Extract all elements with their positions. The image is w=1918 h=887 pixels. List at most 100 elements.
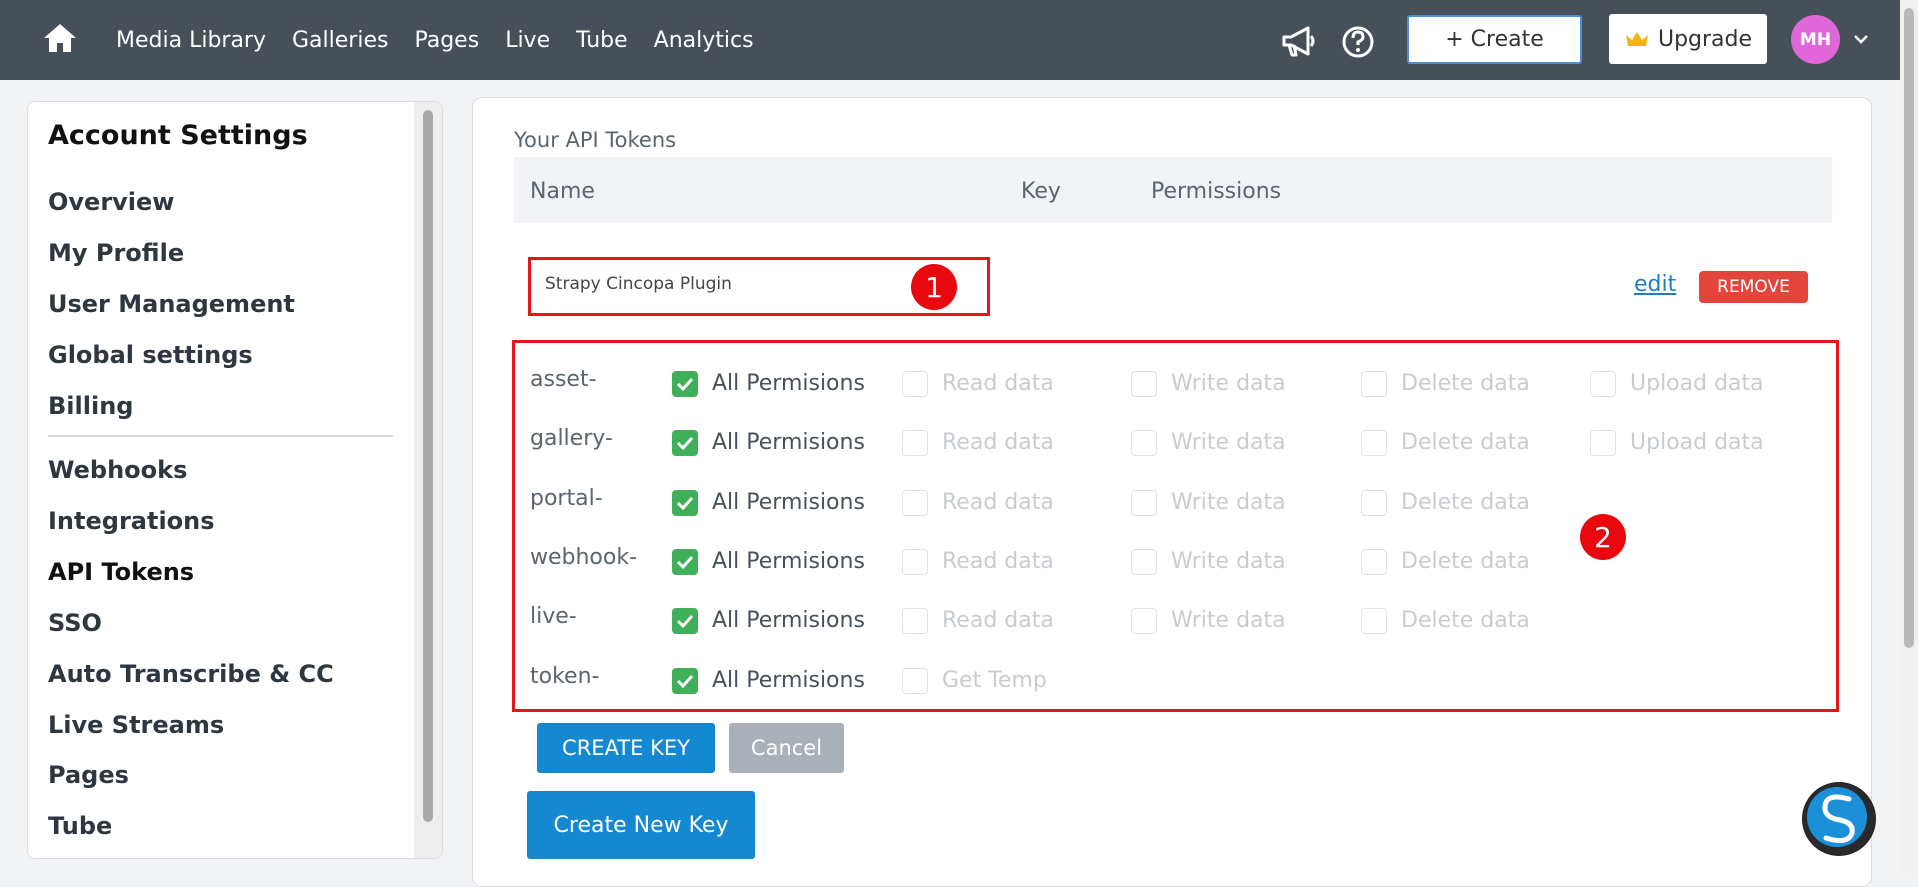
sidebar-item-live-streams[interactable]: Live Streams xyxy=(48,711,224,739)
create-key-button[interactable]: CREATE KEY xyxy=(537,723,715,773)
avatar[interactable]: MH xyxy=(1791,15,1840,64)
sidebar-item-overview[interactable]: Overview xyxy=(48,188,174,216)
permission-label: Delete data xyxy=(1401,371,1530,396)
sidebar-item-webhooks[interactable]: Webhooks xyxy=(48,456,187,484)
top-nav-bar: Media Library Galleries Pages Live Tube … xyxy=(0,0,1918,80)
all-permissions-label: All Permisions xyxy=(712,549,865,574)
all-permissions-checkbox[interactable] xyxy=(672,608,698,634)
sidebar-item-auto-transcribe[interactable]: Auto Transcribe & CC xyxy=(48,660,334,688)
sidebar-item-integrations[interactable]: Integrations xyxy=(48,507,215,535)
checkmark-icon xyxy=(676,377,694,392)
permission-label: Write data xyxy=(1171,371,1286,396)
cancel-button[interactable]: Cancel xyxy=(729,723,844,773)
sidebar-item-global-settings[interactable]: Global settings xyxy=(48,341,253,369)
permission-checkbox[interactable] xyxy=(902,549,928,575)
permission-label: Read data xyxy=(942,490,1054,515)
chat-widget-icon[interactable] xyxy=(1802,782,1876,856)
permission-checkbox[interactable] xyxy=(1590,430,1616,456)
permission-checkbox[interactable] xyxy=(1131,371,1157,397)
sidebar-item-my-profile[interactable]: My Profile xyxy=(48,239,184,267)
sidebar-item-billing[interactable]: Billing xyxy=(48,392,133,420)
permission-label: Write data xyxy=(1171,430,1286,455)
checkmark-icon xyxy=(676,496,694,511)
column-key: Key xyxy=(1021,179,1061,204)
permission-checkbox[interactable] xyxy=(1361,430,1387,456)
permission-label: Get Temp xyxy=(942,668,1047,693)
nav-tube[interactable]: Tube xyxy=(576,28,628,53)
sidebar-item-sso[interactable]: SSO xyxy=(48,609,102,637)
all-permissions-label: All Permisions xyxy=(712,608,865,633)
permission-scope-label: webhook- xyxy=(530,545,638,570)
sidebar-title: Account Settings xyxy=(48,120,308,151)
sidebar-item-pages[interactable]: Pages xyxy=(48,761,129,789)
annotation-badge-2: 2 xyxy=(1580,514,1626,560)
permission-checkbox[interactable] xyxy=(1590,371,1616,397)
permission-checkbox[interactable] xyxy=(1131,430,1157,456)
permission-label: Write data xyxy=(1171,490,1286,515)
create-button[interactable]: + Create xyxy=(1407,15,1582,64)
permission-label: Delete data xyxy=(1401,430,1530,455)
home-icon[interactable] xyxy=(40,18,80,58)
checkmark-icon xyxy=(676,674,694,689)
main-nav: Media Library Galleries Pages Live Tube … xyxy=(116,0,780,80)
nav-media-library[interactable]: Media Library xyxy=(116,28,266,53)
create-new-key-button[interactable]: Create New Key xyxy=(527,791,755,859)
permission-checkbox[interactable] xyxy=(902,490,928,516)
sidebar-item-api-tokens[interactable]: API Tokens xyxy=(48,558,194,586)
permission-scope-label: gallery- xyxy=(530,426,613,451)
permission-label: Delete data xyxy=(1401,608,1530,633)
permission-checkbox[interactable] xyxy=(1361,549,1387,575)
megaphone-icon[interactable] xyxy=(1278,22,1318,62)
help-icon[interactable] xyxy=(1338,22,1378,62)
sidebar-divider xyxy=(48,435,393,437)
sidebar-scrollbar[interactable] xyxy=(414,102,442,858)
all-permissions-checkbox[interactable] xyxy=(672,490,698,516)
remove-button[interactable]: REMOVE xyxy=(1699,271,1808,303)
crown-icon xyxy=(1625,32,1648,46)
account-settings-sidebar: Account Settings Overview My Profile Use… xyxy=(27,101,443,859)
permission-scope-label: asset- xyxy=(530,367,597,392)
column-name: Name xyxy=(530,179,595,204)
all-permissions-checkbox[interactable] xyxy=(672,549,698,575)
permission-label: Upload data xyxy=(1630,371,1764,396)
permission-label: Write data xyxy=(1171,549,1286,574)
permission-checkbox[interactable] xyxy=(1361,490,1387,516)
nav-galleries[interactable]: Galleries xyxy=(292,28,388,53)
checkmark-icon xyxy=(676,614,694,629)
permission-checkbox[interactable] xyxy=(1131,490,1157,516)
section-title: Your API Tokens xyxy=(514,128,677,152)
permission-checkbox[interactable] xyxy=(1361,608,1387,634)
all-permissions-checkbox[interactable] xyxy=(672,430,698,456)
permission-checkbox[interactable] xyxy=(902,668,928,694)
sidebar-item-user-management[interactable]: User Management xyxy=(48,290,295,318)
all-permissions-label: All Permisions xyxy=(712,490,865,515)
permission-checkbox[interactable] xyxy=(902,608,928,634)
sidebar-item-tube[interactable]: Tube xyxy=(48,812,112,840)
edit-link[interactable]: edit xyxy=(1634,272,1676,297)
nav-analytics[interactable]: Analytics xyxy=(654,28,754,53)
upgrade-label: Upgrade xyxy=(1657,26,1753,52)
column-permissions: Permissions xyxy=(1151,179,1282,204)
upgrade-button[interactable]: Upgrade xyxy=(1609,14,1767,64)
permission-checkbox[interactable] xyxy=(1131,549,1157,575)
checkmark-icon xyxy=(676,436,694,451)
checkmark-icon xyxy=(676,555,694,570)
all-permissions-label: All Permisions xyxy=(712,430,865,455)
chevron-down-icon[interactable] xyxy=(1852,30,1870,48)
page-scrollbar[interactable] xyxy=(1900,0,1918,873)
all-permissions-label: All Permisions xyxy=(712,371,865,396)
permission-checkbox[interactable] xyxy=(902,430,928,456)
permission-label: Upload data xyxy=(1630,430,1764,455)
annotation-badge-1: 1 xyxy=(911,264,957,310)
permission-label: Read data xyxy=(942,549,1054,574)
permission-label: Read data xyxy=(942,371,1054,396)
permission-scope-label: token- xyxy=(530,664,600,689)
permission-checkbox[interactable] xyxy=(1361,371,1387,397)
all-permissions-checkbox[interactable] xyxy=(672,371,698,397)
nav-pages[interactable]: Pages xyxy=(414,28,479,53)
permission-checkbox[interactable] xyxy=(1131,608,1157,634)
nav-live[interactable]: Live xyxy=(505,28,550,53)
permission-label: Read data xyxy=(942,430,1054,455)
permission-checkbox[interactable] xyxy=(902,371,928,397)
all-permissions-checkbox[interactable] xyxy=(672,668,698,694)
